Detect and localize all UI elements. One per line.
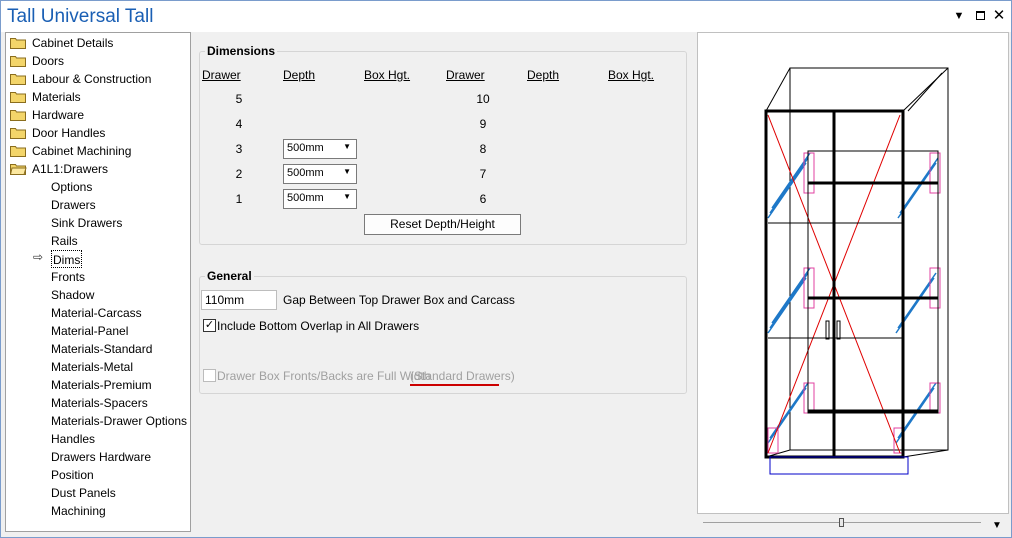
depth-select[interactable]: 500mm ▼ [283, 164, 357, 184]
folder-icon [10, 74, 26, 85]
tree-item[interactable]: Shadow [51, 286, 94, 304]
include-bottom-overlap-label: Include Bottom Overlap in All Drawers [217, 319, 420, 333]
chevron-down-icon: ▼ [343, 192, 351, 201]
depth-value: 500mm [287, 192, 324, 204]
tree-item[interactable]: Materials-Spacers [51, 394, 148, 412]
drawer-number: 1 [235, 192, 243, 206]
column-header: Box Hgt. [364, 68, 411, 82]
depth-value: 500mm [287, 142, 324, 154]
check-icon: ✓ [204, 319, 215, 331]
tree-item[interactable]: Drawers [51, 196, 96, 214]
full-width-checkbox[interactable] [203, 369, 216, 382]
tree-item[interactable]: Drawers Hardware [51, 448, 151, 466]
tree-item[interactable]: Dust Panels [51, 484, 116, 502]
tree-item[interactable]: Materials-Drawer Options [51, 412, 187, 430]
tree-folder-label: Materials [32, 90, 81, 104]
drawer-number: 2 [235, 167, 243, 181]
drawer-number: 9 [479, 117, 487, 131]
column-header: Depth [283, 68, 316, 82]
dropdown-arrow-icon[interactable]: ▼ [951, 8, 967, 24]
chevron-down-icon: ▼ [343, 142, 351, 151]
tree-item[interactable]: Dims [51, 250, 83, 268]
depth-select[interactable]: 500mm ▼ [283, 139, 357, 159]
tree-item[interactable]: Handles [51, 430, 95, 448]
drawer-number: 4 [235, 117, 243, 131]
tree-folder-label: Labour & Construction [32, 72, 152, 86]
cabinet-drawing [764, 67, 949, 475]
cabinet-preview [697, 32, 1009, 514]
tree-folder-label: Hardware [32, 108, 85, 122]
folder-icon [10, 110, 26, 121]
dropdown-arrow-icon[interactable]: ▼ [992, 520, 1002, 531]
title-bar: Tall Universal Tall ▼ ✕ [1, 1, 1011, 32]
folder-icon [10, 128, 26, 139]
drawer-number: 8 [479, 142, 487, 156]
drawer-number: 10 [476, 92, 490, 106]
column-header: Drawer [446, 68, 485, 82]
column-header: Drawer [202, 68, 241, 82]
tree-folder-label: Cabinet Machining [32, 144, 132, 158]
gap-input[interactable]: 110mm [201, 290, 277, 310]
full-width-label: Drawer Box Fronts/Backs are Full Width [217, 369, 431, 383]
column-header: Box Hgt. [608, 68, 655, 82]
folder-icon [10, 56, 26, 67]
standard-drawers-note: (Standard Drawers) [410, 369, 515, 383]
maximize-icon[interactable] [972, 8, 988, 24]
depth-select[interactable]: 500mm ▼ [283, 189, 357, 209]
drawer-number: 3 [235, 142, 243, 156]
tree-item[interactable]: Material-Carcass [51, 304, 142, 322]
tree-item[interactable]: Materials-Metal [51, 358, 133, 376]
red-underline [410, 384, 499, 386]
folder-icon [10, 92, 26, 103]
tree-folder-label: A1L1:Drawers [32, 162, 109, 176]
window-title: Tall Universal Tall [7, 6, 154, 27]
tree-item[interactable]: Options [51, 178, 92, 196]
close-icon[interactable]: ✕ [991, 8, 1007, 24]
folder-icon [10, 146, 26, 157]
window: Tall Universal Tall ▼ ✕ Cabinet Details D… [0, 0, 1012, 538]
tree-item[interactable]: Material-Panel [51, 322, 128, 340]
zoom-slider-thumb[interactable] [839, 518, 844, 527]
tree-folder-label: Doors [32, 54, 65, 68]
gap-label: Gap Between Top Drawer Box and Carcass [283, 293, 515, 307]
tree-item[interactable]: Rails [51, 232, 78, 250]
current-arrow-icon: ⇨ [33, 250, 44, 264]
general-title: General [205, 269, 254, 283]
tree-item[interactable]: Machining [51, 502, 106, 520]
open-folder-icon [10, 164, 27, 175]
chevron-down-icon: ▼ [343, 167, 351, 176]
tree-item[interactable]: Sink Drawers [51, 214, 122, 232]
tree-item[interactable]: Materials-Premium [51, 376, 152, 394]
reset-depth-height-button[interactable]: Reset Depth/Height [364, 214, 521, 235]
navigation-tree: Cabinet Details Doors Labour & Constructio… [5, 32, 191, 532]
include-bottom-overlap-checkbox[interactable]: ✓ [203, 319, 216, 332]
column-header: Depth [527, 68, 560, 82]
tree-folder-label: Door Handles [32, 126, 106, 140]
drawer-number: 6 [479, 192, 487, 206]
dimensions-title: Dimensions [205, 44, 278, 58]
folder-icon [10, 38, 26, 49]
tree-folder-label: Cabinet Details [32, 36, 114, 50]
tree-item[interactable]: Fronts [51, 268, 85, 286]
drawer-number: 5 [235, 92, 243, 106]
tree-item[interactable]: Materials-Standard [51, 340, 152, 358]
drawer-number: 7 [479, 167, 487, 181]
depth-value: 500mm [287, 167, 324, 179]
tree-item[interactable]: Position [51, 466, 94, 484]
